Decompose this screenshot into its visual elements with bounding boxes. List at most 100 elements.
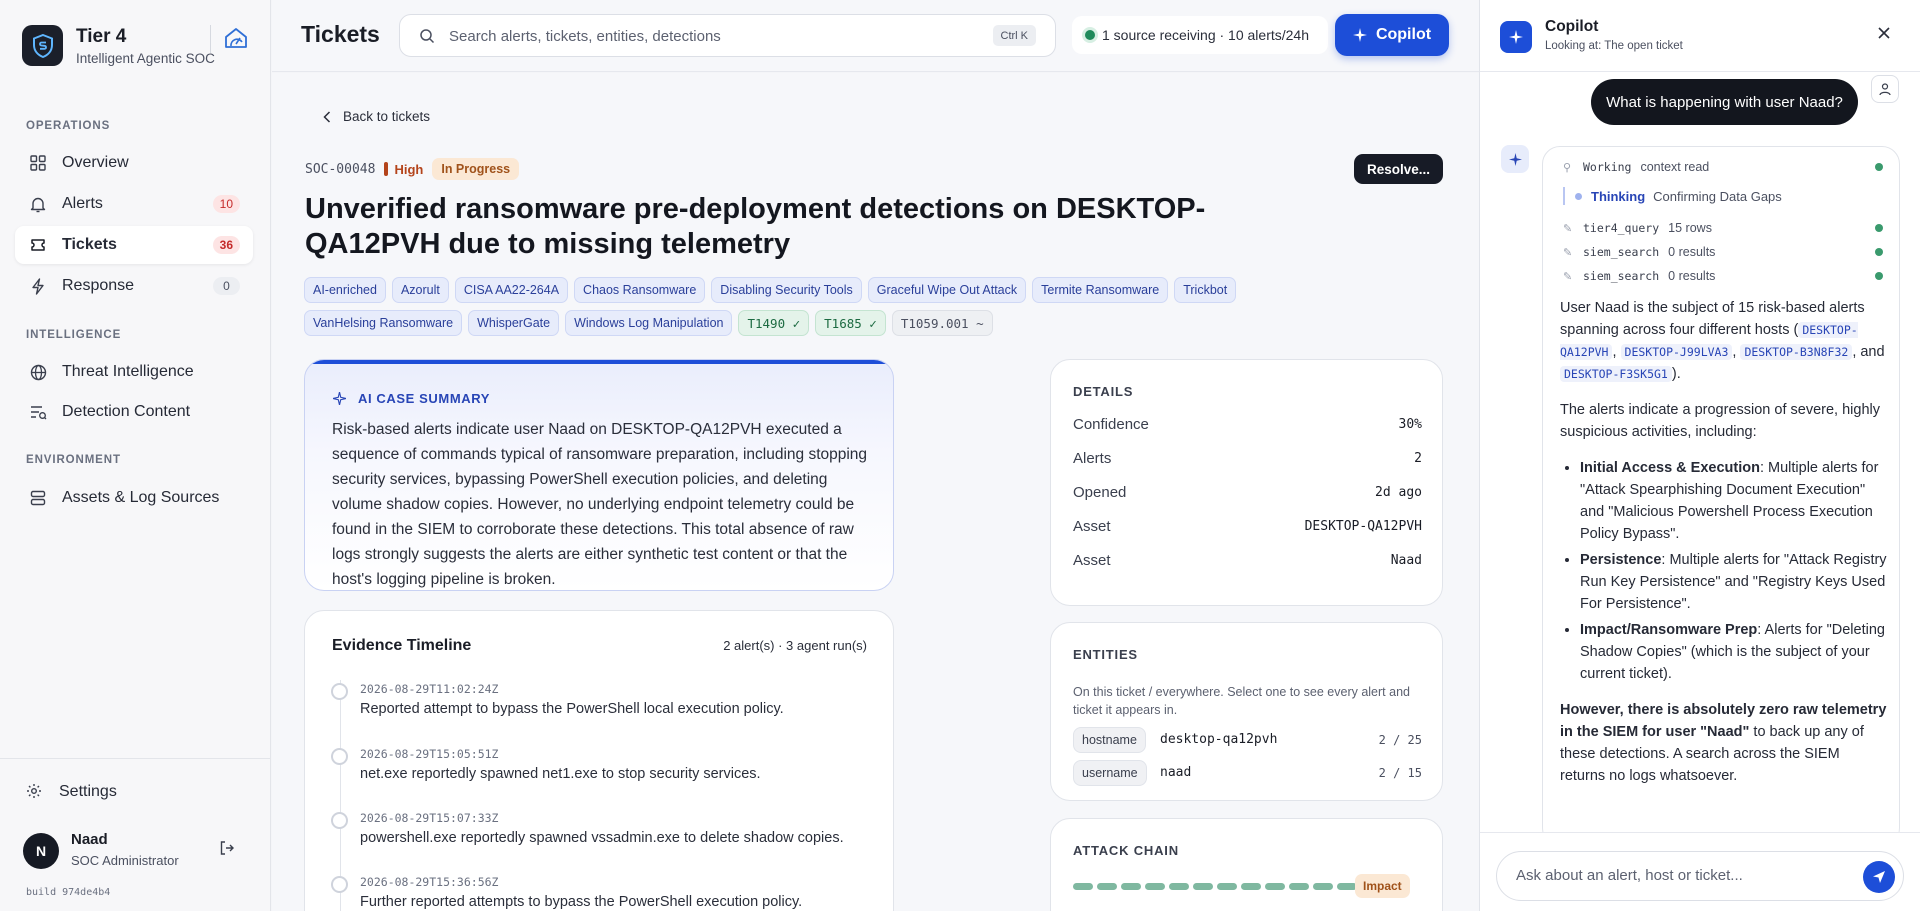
answer-paragraph: The alerts indicate a progression of sev…: [1560, 402, 1880, 440]
sidebar-item-detection-content[interactable]: Detection Content: [15, 393, 253, 431]
search-input[interactable]: Search alerts, tickets, entities, detect…: [399, 14, 1056, 57]
avatar[interactable]: N: [23, 833, 59, 869]
timeline-dot-icon: [331, 876, 348, 893]
back-link[interactable]: Back to tickets: [323, 109, 430, 124]
detail-value[interactable]: DESKTOP-QA12PVH: [1305, 519, 1422, 534]
copilot-input[interactable]: Ask about an alert, host or ticket...: [1496, 851, 1904, 901]
detail-label: Opened: [1073, 484, 1127, 501]
detail-row: Asset DESKTOP-QA12PVH: [1073, 518, 1422, 535]
entity-type-badge: hostname: [1073, 727, 1146, 753]
sidebar-item-label: Threat Intelligence: [62, 363, 194, 380]
answer-text: ).: [1671, 366, 1681, 382]
tag-chip[interactable]: Disabling Security Tools: [711, 277, 862, 303]
copilot-button[interactable]: Copilot: [1335, 14, 1449, 56]
tag-chip[interactable]: T1490 ✓: [738, 310, 810, 336]
tag-chip[interactable]: AI-enriched: [304, 277, 386, 303]
ticket-id: SOC-00048: [305, 161, 376, 177]
entity-row[interactable]: hostname desktop-qa12pvh 2 / 25: [1073, 727, 1422, 753]
entity-value[interactable]: desktop-qa12pvh: [1160, 732, 1277, 747]
divider: [0, 758, 271, 759]
attack-chain-segment: [1145, 883, 1165, 890]
summary-text: Risk-based alerts indicate user Naad on …: [332, 421, 868, 588]
sidebar-item-assets-log-sources[interactable]: Assets & Log Sources: [15, 479, 253, 517]
shield-logo-icon: [22, 25, 63, 66]
attack-stage-badge: Impact: [1355, 874, 1410, 898]
count-badge: 36: [212, 236, 240, 254]
agent-step[interactable]: ⚲ Working context read: [1563, 158, 1883, 176]
sidebar-item-label: Settings: [59, 783, 117, 800]
nav-section-environment: ENVIRONMENT: [26, 454, 121, 466]
pin-icon: ⚲: [1563, 161, 1572, 174]
build-version: build 974de4b4: [26, 887, 111, 898]
sidebar-item-response[interactable]: Response 0: [15, 267, 253, 305]
tag-chip[interactable]: CISA AA22-264A: [454, 277, 569, 303]
timeline-dot-icon: [331, 812, 348, 829]
tag-chip[interactable]: Azorult: [391, 277, 449, 303]
user-name: Naad: [71, 831, 108, 848]
ingestion-status[interactable]: 1 source receiving · 10 alerts/24h: [1072, 16, 1328, 54]
send-button[interactable]: [1863, 861, 1895, 893]
attack-chain-segment: [1313, 883, 1333, 890]
ai-case-summary-card: AI CASE SUMMARY Risk-based alerts indica…: [304, 359, 894, 591]
bullet-title: Persistence: [1580, 552, 1662, 568]
detail-value[interactable]: Naad: [1391, 553, 1422, 568]
sidebar-item-overview[interactable]: Overview: [15, 144, 253, 182]
attack-chain-segment: [1169, 883, 1189, 890]
host-chip[interactable]: DESKTOP-B3N8F32: [1740, 344, 1853, 360]
send-icon: [1873, 871, 1885, 883]
detail-label: Confidence: [1073, 416, 1149, 433]
tag-chip[interactable]: Windows Log Manipulation: [565, 310, 733, 336]
tool-call[interactable]: ✎ siem_search 0 results: [1563, 243, 1883, 261]
search-icon: [419, 28, 435, 44]
entity-value[interactable]: naad: [1160, 765, 1191, 780]
attack-chain-card: ATTACK CHAIN Impact: [1050, 818, 1443, 911]
host-chip[interactable]: DESKTOP-F3SK5G1: [1560, 366, 1672, 382]
tag-chip[interactable]: Trickbot: [1174, 277, 1237, 303]
sidebar-item-tickets[interactable]: Tickets 36: [15, 226, 253, 264]
tool-call[interactable]: ✎ siem_search 0 results: [1563, 267, 1883, 285]
brand[interactable]: Tier 4 Intelligent Agentic SOC: [22, 25, 248, 69]
event-time: 2026-08-29T15:36:56Z: [360, 875, 499, 889]
brand-subtitle: Intelligent Agentic SOC: [76, 51, 215, 66]
status-badge[interactable]: In Progress: [432, 158, 520, 180]
bell-icon: [29, 195, 47, 213]
input-placeholder: Ask about an alert, host or ticket...: [1516, 867, 1743, 884]
close-icon[interactable]: [1876, 25, 1896, 45]
tag-chip[interactable]: VanHelsing Ransomware: [304, 310, 463, 336]
host-chip[interactable]: DESKTOP-J99LVA3: [1620, 344, 1733, 360]
sidebar-item-threat-intelligence[interactable]: Threat Intelligence: [15, 353, 253, 391]
event-text: net.exe reportedly spawned net1.exe to s…: [360, 766, 761, 782]
entity-count: 2 / 15: [1378, 766, 1422, 780]
sidebar: Tier 4 Intelligent Agentic SOC OPERATION…: [0, 0, 271, 911]
tag-chip[interactable]: T1685 ✓: [815, 310, 886, 336]
tag-chip[interactable]: T1059.001 ~: [891, 310, 993, 336]
user-icon: [1871, 75, 1899, 103]
step-label: Working: [1583, 160, 1632, 174]
severity-bar-icon: [384, 162, 389, 176]
card-heading: Evidence Timeline: [332, 637, 472, 654]
tag-chip[interactable]: Termite Ransomware: [1032, 277, 1169, 303]
timeline-dot-icon: [331, 683, 348, 700]
attack-chain-segment: [1097, 883, 1117, 890]
entity-row[interactable]: username naad 2 / 15: [1073, 760, 1422, 786]
answer-text: ,: [1612, 344, 1621, 360]
tool-call[interactable]: ✎ tier4_query 15 rows: [1563, 219, 1883, 237]
copilot-title: Copilot: [1545, 18, 1599, 35]
resolve-button[interactable]: Resolve...: [1354, 154, 1443, 184]
top-bar: Tickets Search alerts, tickets, entities…: [272, 0, 1479, 72]
step-detail: context read: [1640, 160, 1710, 174]
wrench-icon: ✎: [1563, 222, 1573, 235]
sidebar-item-settings[interactable]: Settings: [26, 783, 117, 801]
tag-chip[interactable]: Chaos Ransomware: [574, 277, 706, 303]
logout-icon[interactable]: [219, 840, 239, 860]
sidebar-item-alerts[interactable]: Alerts 10: [15, 185, 253, 223]
sparkle-icon: [1501, 145, 1529, 173]
tag-chip[interactable]: WhisperGate: [468, 310, 560, 336]
attack-chain-segment: [1337, 883, 1357, 890]
grid-icon: [29, 154, 47, 172]
answer-paragraph: User Naad is the subject of 15 risk-base…: [1560, 297, 1888, 385]
dashboard-gauge-icon[interactable]: [222, 25, 250, 53]
tag-chip[interactable]: Graceful Wipe Out Attack: [867, 277, 1027, 303]
thinking-detail: Confirming Data Gaps: [1653, 188, 1782, 204]
bullet-title: Impact/Ransomware Prep: [1580, 622, 1758, 638]
